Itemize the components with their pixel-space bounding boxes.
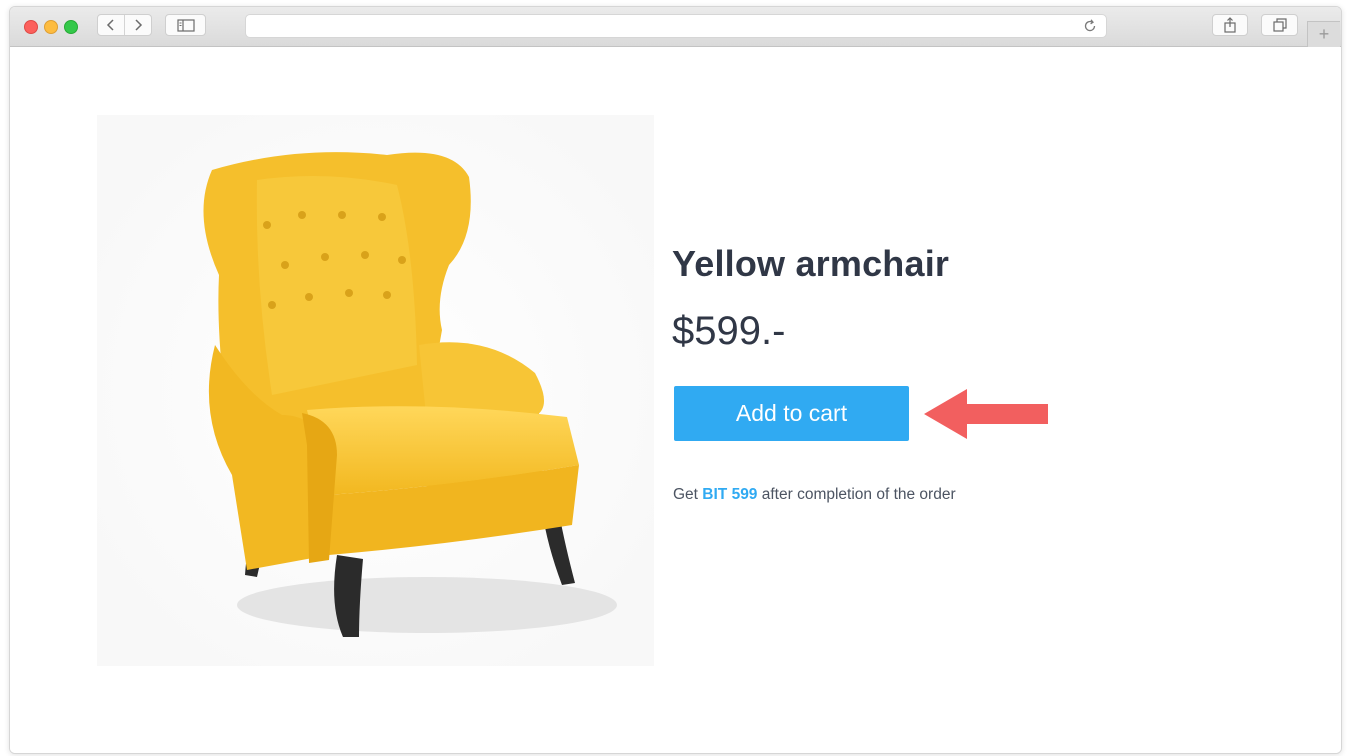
add-to-cart-button[interactable]: Add to cart <box>674 386 909 441</box>
promo-suffix: after completion of the order <box>761 486 956 503</box>
browser-toolbar: + <box>10 7 1341 47</box>
sidebar-toggle-button[interactable] <box>165 14 206 36</box>
promo-prefix: Get <box>673 486 698 503</box>
arrow-left-icon <box>924 389 1048 439</box>
tabs-icon <box>1272 18 1287 32</box>
new-tab-button[interactable]: + <box>1307 21 1340 47</box>
page-content: Yellow armchair $599.- Add to cart Get B… <box>10 47 1341 753</box>
show-tabs-button[interactable] <box>1261 14 1298 36</box>
share-button[interactable] <box>1212 14 1248 36</box>
navigation-buttons <box>97 14 152 36</box>
zoom-window-button[interactable] <box>64 20 78 34</box>
share-icon <box>1224 17 1236 33</box>
promo-text: Get BIT 599 after completion of the orde… <box>673 486 956 504</box>
browser-window: + Yellow armchair $599.- Add to cart Get… <box>9 6 1342 754</box>
address-bar[interactable] <box>245 14 1107 38</box>
minimize-window-button[interactable] <box>44 20 58 34</box>
chevron-left-icon <box>106 19 114 31</box>
sidebar-icon <box>176 18 195 32</box>
reload-icon[interactable] <box>1082 18 1098 34</box>
chevron-right-icon <box>135 19 143 31</box>
close-window-button[interactable] <box>24 20 38 34</box>
product-image <box>97 115 654 666</box>
product-title: Yellow armchair <box>672 243 950 284</box>
forward-button[interactable] <box>125 15 151 35</box>
promo-reward: BIT 599 <box>702 486 758 503</box>
back-button[interactable] <box>98 15 125 35</box>
product-price: $599.- <box>672 309 786 353</box>
